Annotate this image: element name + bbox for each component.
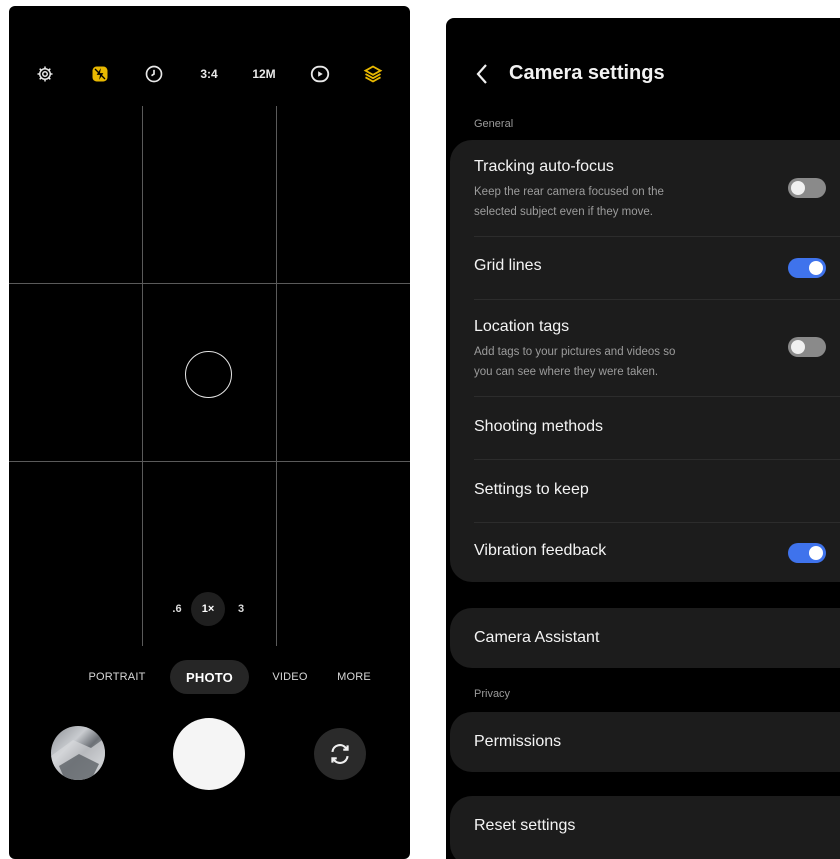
setting-title: Location tags [474, 318, 570, 335]
mode-more[interactable]: MORE [329, 660, 379, 694]
gear-icon[interactable] [27, 56, 63, 92]
setting-description-line1: Keep the rear camera focused on the [474, 186, 664, 198]
setting-tracking-auto-focus[interactable]: Tracking auto-focus Keep the rear camera… [450, 140, 840, 236]
zoom-option-0-6[interactable]: .6 [169, 592, 185, 626]
resolution-label: 12M [252, 67, 276, 81]
setting-title: Vibration feedback [474, 542, 607, 559]
gallery-thumbnail[interactable] [51, 726, 105, 780]
mode-video[interactable]: VIDEO [265, 660, 315, 694]
setting-permissions[interactable]: Permissions [450, 712, 840, 772]
reset-settings-card[interactable]: Reset settings [450, 796, 840, 859]
setting-title: Reset settings [474, 817, 576, 834]
camera-mode-selector: PORTRAIT PHOTO VIDEO MORE [9, 660, 410, 694]
setting-description-line2: selected subject even if they move. [474, 206, 653, 218]
shutter-button[interactable] [173, 718, 245, 790]
grid-line-vertical-left [142, 106, 143, 646]
setting-title: Camera Assistant [474, 629, 600, 646]
aspect-ratio-button[interactable]: 3:4 [191, 56, 227, 92]
mode-portrait[interactable]: PORTRAIT [79, 660, 155, 694]
flip-camera-icon [331, 744, 349, 764]
aspect-ratio-label: 3:4 [200, 67, 218, 81]
general-settings-card: Tracking auto-focus Keep the rear camera… [450, 140, 840, 582]
setting-reset-settings[interactable]: Reset settings [450, 796, 840, 859]
permissions-card[interactable]: Permissions [450, 712, 840, 772]
setting-title: Settings to keep [474, 481, 589, 498]
location-tags-toggle[interactable] [788, 337, 826, 357]
grid-line-horizontal-top [9, 283, 410, 284]
camera-assistant-card[interactable]: Camera Assistant [450, 608, 840, 668]
settings-header: Camera settings [446, 54, 840, 94]
page-title: Camera settings [509, 62, 665, 84]
section-label-privacy: Privacy [474, 688, 511, 700]
zoom-selector: .6 1× 3 [169, 592, 259, 626]
motion-photo-icon[interactable] [302, 56, 338, 92]
setting-grid-lines[interactable]: Grid lines [450, 237, 840, 299]
setting-title: Grid lines [474, 257, 542, 274]
setting-camera-assistant[interactable]: Camera Assistant [450, 608, 840, 668]
flip-camera-button[interactable] [314, 728, 366, 780]
zoom-option-1x[interactable]: 1× [191, 592, 225, 626]
setting-settings-to-keep[interactable]: Settings to keep [450, 460, 840, 522]
flash-off-icon[interactable] [82, 56, 118, 92]
timer-icon[interactable] [136, 56, 172, 92]
vibration-feedback-toggle[interactable] [788, 543, 826, 563]
grid-line-horizontal-bottom [9, 461, 410, 462]
setting-title: Tracking auto-focus [474, 158, 614, 175]
zoom-option-3[interactable]: 3 [231, 592, 251, 626]
camera-viewfinder[interactable]: 3:4 12M .6 1× 3 PORTRAIT PHOTO VIDEO MOR… [9, 6, 410, 859]
setting-vibration-feedback[interactable]: Vibration feedback [450, 523, 840, 582]
grid-lines-toggle[interactable] [788, 258, 826, 278]
tracking-auto-focus-toggle[interactable] [788, 178, 826, 198]
setting-description-line2: you can see where they were taken. [474, 366, 659, 378]
resolution-button[interactable]: 12M [246, 56, 282, 92]
setting-location-tags[interactable]: Location tags Add tags to your pictures … [450, 300, 840, 396]
section-label-general: General [474, 118, 514, 130]
camera-top-bar: 3:4 12M [9, 56, 410, 92]
back-arrow-icon[interactable] [470, 60, 494, 88]
grid-line-vertical-right [276, 106, 277, 646]
setting-title: Permissions [474, 733, 562, 750]
mode-photo[interactable]: PHOTO [170, 660, 249, 694]
filters-icon[interactable] [355, 56, 391, 92]
setting-description-line1: Add tags to your pictures and videos so [474, 346, 676, 358]
focus-ring [185, 351, 232, 398]
setting-title: Shooting methods [474, 418, 603, 435]
camera-settings-screen: Camera settings General Tracking auto-fo… [446, 18, 840, 859]
setting-shooting-methods[interactable]: Shooting methods [450, 397, 840, 459]
